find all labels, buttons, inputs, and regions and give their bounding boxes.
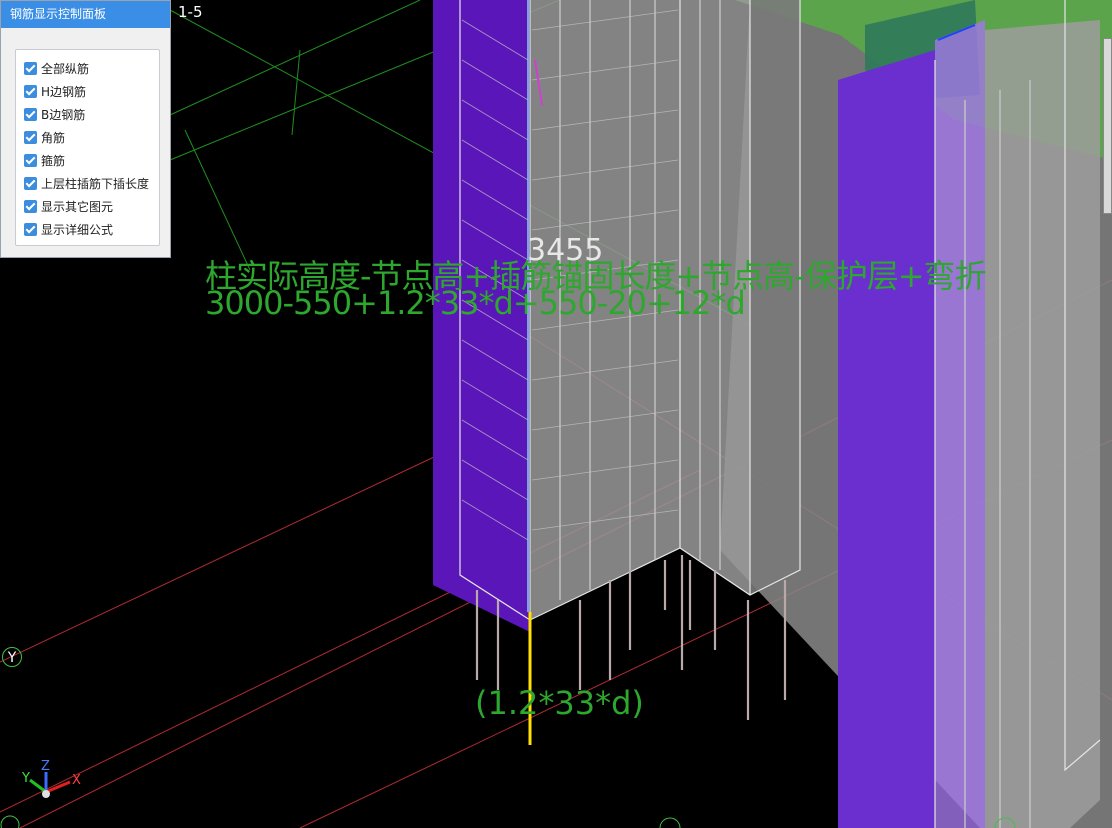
checkbox-checked-icon[interactable] xyxy=(24,222,37,236)
gizmo-y-label: Y xyxy=(21,771,30,786)
anchor-length-formula: (1.2*33*d) xyxy=(475,684,644,722)
option-stirrups[interactable]: 箍筋 xyxy=(24,151,65,169)
checkbox-checked-icon[interactable] xyxy=(24,107,37,121)
column-body-side xyxy=(750,0,800,595)
option-show-detailed-formula[interactable]: 显示详细公式 xyxy=(24,220,113,238)
panel-title[interactable]: 钢筋显示控制面板 xyxy=(1,1,170,28)
checkbox-checked-icon[interactable] xyxy=(24,84,37,98)
option-all-longitudinal[interactable]: 全部纵筋 xyxy=(24,59,89,77)
checkbox-checked-icon[interactable] xyxy=(24,61,37,75)
formula-expression: 3000-550+1.2*33*d+550-20+12*d xyxy=(205,284,746,322)
purple-column-right-light xyxy=(935,20,985,828)
option-b-side-rebar[interactable]: B边钢筋 xyxy=(24,105,85,123)
axis-bubble-bottom[interactable] xyxy=(659,817,681,828)
gizmo-z-label: Z xyxy=(41,759,50,774)
rebar-display-control-panel: 钢筋显示控制面板 全部纵筋 H边钢筋 B边钢筋 角筋 箍筋 上层柱插筋下插长度 … xyxy=(0,0,171,258)
checkbox-checked-icon[interactable] xyxy=(24,176,37,190)
option-dowel-length[interactable]: 上层柱插筋下插长度 xyxy=(24,174,149,192)
grid-axis-label: 1-5 xyxy=(178,3,203,21)
column-right-body xyxy=(985,20,1100,828)
option-corner-rebar[interactable]: 角筋 xyxy=(24,128,65,146)
option-group: 全部纵筋 H边钢筋 B边钢筋 角筋 箍筋 上层柱插筋下插长度 显示其它图元 显示… xyxy=(15,49,160,246)
axis-bubble-bottom-left[interactable] xyxy=(0,815,20,828)
checkbox-checked-icon[interactable] xyxy=(24,130,37,144)
purple-column-right xyxy=(838,50,935,828)
checkbox-checked-icon[interactable] xyxy=(24,199,37,213)
axis-bubble-y[interactable]: Y xyxy=(2,647,22,667)
axis-gizmo: Y Z X xyxy=(21,759,81,798)
right-toolbar[interactable] xyxy=(1103,38,1112,214)
checkbox-checked-icon[interactable] xyxy=(24,153,37,167)
gizmo-x-label: X xyxy=(72,773,81,788)
option-h-side-rebar[interactable]: H边钢筋 xyxy=(24,82,86,100)
option-show-other-elements[interactable]: 显示其它图元 xyxy=(24,197,113,215)
